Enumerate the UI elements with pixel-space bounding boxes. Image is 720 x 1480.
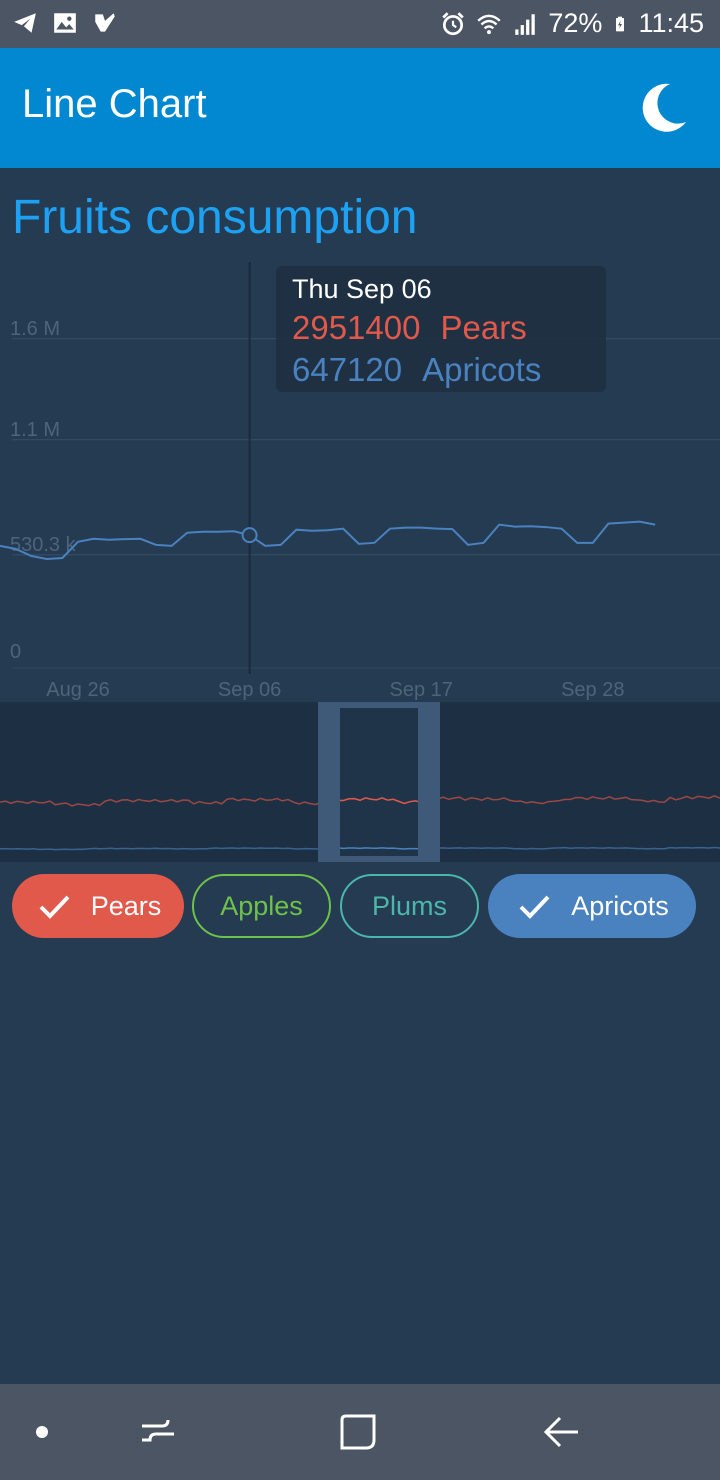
tooltip-value-pears: 2951400 bbox=[292, 309, 421, 346]
chip-plums[interactable]: Plums bbox=[340, 874, 479, 938]
navigator-window-top bbox=[340, 702, 418, 708]
battery-percent: 72% bbox=[548, 8, 603, 38]
recent-apps-icon[interactable] bbox=[136, 1410, 180, 1454]
app-title: Line Chart bbox=[22, 82, 207, 126]
chart-title: Fruits consumption bbox=[12, 191, 418, 244]
status-bar: 72% 11:45 bbox=[0, 0, 720, 48]
signal-icon bbox=[515, 13, 536, 35]
y-tick-label: 1.1 M bbox=[10, 419, 60, 441]
chart-card: Fruits consumption 0530.3 k1.1 M1.6 M2.1… bbox=[0, 168, 720, 1384]
check-icon bbox=[519, 895, 550, 919]
chip-label: Apples bbox=[220, 890, 303, 921]
tooltip-date: Thu Sep 06 bbox=[292, 274, 432, 304]
chip-apples[interactable]: Apples bbox=[192, 874, 331, 938]
tooltip-row-apricots: 647120 Apricots bbox=[292, 351, 590, 389]
tooltip: Thu Sep 06 2951400 Pears 647120 Apricots bbox=[276, 266, 606, 392]
moon-icon[interactable] bbox=[632, 78, 692, 138]
x-tick-label: Sep 06 bbox=[218, 679, 281, 701]
chip-pears[interactable]: Pears bbox=[12, 874, 184, 938]
y-tick-label: 0 bbox=[10, 641, 21, 663]
app-bar: Line Chart bbox=[0, 48, 720, 168]
chip-label: Pears bbox=[90, 890, 162, 921]
x-tick-label: Sep 28 bbox=[561, 679, 624, 701]
tooltip-value-apricots: 647120 bbox=[292, 351, 403, 388]
navigator-mask-left bbox=[0, 702, 318, 862]
chip-label: Plums bbox=[371, 890, 447, 921]
wifi-icon bbox=[477, 14, 502, 34]
x-tick-label: Aug 26 bbox=[46, 679, 109, 701]
home-icon[interactable] bbox=[336, 1410, 380, 1454]
check-mail-icon bbox=[95, 13, 115, 32]
legend-chips: Pears Apples Plums Apricots bbox=[12, 874, 712, 938]
x-tick-label: Sep 17 bbox=[390, 679, 453, 701]
dot-icon[interactable] bbox=[20, 1410, 64, 1454]
x-axis: Aug 26 Sep 06 Sep 17 Sep 28 bbox=[46, 679, 624, 701]
battery-icon bbox=[616, 16, 625, 31]
navigator-handle-left bbox=[318, 702, 340, 862]
system-nav-bar bbox=[0, 1384, 720, 1480]
back-icon[interactable] bbox=[540, 1410, 584, 1454]
chip-label: Apricots bbox=[571, 890, 669, 921]
telegram-icon bbox=[14, 13, 36, 33]
y-axis: 0530.3 k1.1 M1.6 M2.1 M2.7 M3.2 M bbox=[10, 318, 77, 663]
navigator-chart[interactable] bbox=[0, 702, 720, 862]
tooltip-row-pears: 2951400 Pears bbox=[292, 309, 590, 347]
tooltip-name-apricots: Apricots bbox=[422, 351, 542, 388]
alarm-icon bbox=[442, 11, 465, 35]
series-line-apricots bbox=[0, 520, 656, 560]
check-icon bbox=[39, 895, 70, 919]
y-tick-label: 1.6 M bbox=[10, 318, 60, 340]
chip-apricots[interactable]: Apricots bbox=[488, 874, 696, 938]
series-point-apricots bbox=[241, 527, 258, 544]
image-icon bbox=[54, 13, 76, 33]
clock: 11:45 bbox=[638, 8, 704, 38]
tooltip-name-pears: Pears bbox=[440, 309, 527, 346]
navigator-window-bottom bbox=[340, 856, 418, 862]
navigator-handle-right bbox=[418, 702, 440, 862]
navigator-mask-right bbox=[440, 702, 720, 862]
